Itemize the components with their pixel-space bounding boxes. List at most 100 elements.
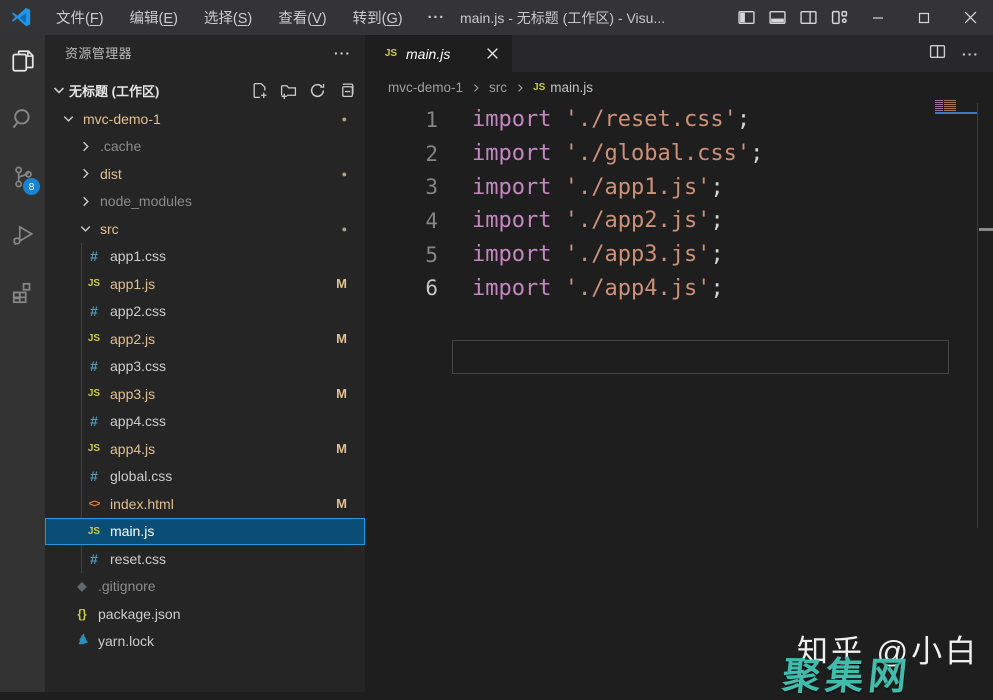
refresh-icon[interactable]: [309, 82, 326, 99]
workspace-section-header[interactable]: 无标题 (工作区): [45, 76, 365, 104]
tree-item-app3-css[interactable]: #app3.css: [45, 353, 365, 381]
toggle-panel-icon[interactable]: [762, 0, 793, 35]
git-modified-dot: ●: [342, 224, 347, 234]
tree-item-label: app2.css: [110, 303, 166, 319]
tree-item-package-json[interactable]: {}package.json: [45, 600, 365, 628]
search-icon[interactable]: [0, 93, 45, 145]
new-folder-icon[interactable]: [280, 82, 297, 99]
menu-goto[interactable]: 转到(G): [340, 0, 416, 35]
menu-edit[interactable]: 编辑(E): [117, 0, 191, 35]
activity-bar: 8: [0, 35, 45, 692]
tree-item-app2-css[interactable]: # app2.css: [45, 298, 365, 326]
html-file-icon: <>: [85, 498, 103, 510]
code-line-1: 1import './reset.css';: [365, 103, 993, 137]
tree-item-node-modules[interactable]: node_modules: [45, 188, 365, 216]
breadcrumb-folder[interactable]: mvc-demo-1: [388, 80, 463, 95]
tree-item-label: src: [100, 221, 119, 237]
minimap-slider[interactable]: [935, 112, 978, 114]
css-file-icon: #: [85, 468, 103, 484]
js-file-icon: JS: [85, 443, 103, 454]
minimize-button[interactable]: [855, 0, 901, 35]
tree-item-label: app1.js: [110, 276, 155, 292]
js-file-icon: JS: [85, 388, 103, 399]
explorer-more-actions-icon[interactable]: ···: [334, 45, 351, 61]
code-editor[interactable]: 1import './reset.css';2import './global.…: [365, 103, 993, 692]
tab-close-icon[interactable]: [482, 44, 502, 64]
menu-selection[interactable]: 选择(S): [191, 0, 265, 35]
css-file-icon: #: [85, 413, 103, 429]
new-file-icon[interactable]: [251, 82, 268, 99]
maximize-button[interactable]: [901, 0, 947, 35]
tree-item-dist[interactable]: dist●: [45, 160, 365, 188]
collapse-all-icon[interactable]: [338, 82, 355, 99]
line-number: 4: [365, 209, 438, 233]
code-line-4: 4import './app2.js';: [365, 204, 993, 238]
tree-item-main-js[interactable]: JSmain.js: [45, 518, 365, 546]
menu-selection-label: 选择(S): [204, 7, 252, 28]
customize-layout-icon[interactable]: [824, 0, 855, 35]
scrollbar-track[interactable]: [977, 103, 978, 528]
explorer-icon[interactable]: [0, 35, 45, 87]
git-modified-badge: M: [336, 441, 347, 456]
explorer-sidebar: 资源管理器 ··· 无标题 (工作区) mvc-demo-1●.cachedis…: [45, 35, 365, 692]
tree-item-label: app4.js: [110, 441, 155, 457]
tree-item-label: app1.css: [110, 248, 166, 264]
code-line-6: 6import './app4.js';: [365, 271, 993, 305]
tree-item-app4-css[interactable]: # app4.css: [45, 408, 365, 436]
tree-item-label: reset.css: [110, 551, 166, 567]
source-control-icon[interactable]: 8: [0, 151, 45, 203]
chevron-right-icon: [78, 194, 93, 209]
run-debug-icon[interactable]: [0, 209, 45, 261]
line-number: 3: [365, 175, 438, 199]
code-line-3: 3import './app1.js';: [365, 170, 993, 204]
code-line-5: 5import './app3.js';: [365, 238, 993, 272]
tree-item-app1-js[interactable]: JSapp1.jsM: [45, 270, 365, 298]
tree-item-app4-js[interactable]: JS app4.js M: [45, 435, 365, 463]
tree-item-index-html[interactable]: <>index.htmlM: [45, 490, 365, 518]
breadcrumb-file[interactable]: JSmain.js: [533, 80, 593, 95]
chevron-right-icon: [78, 139, 93, 154]
tree-item-app3-js[interactable]: JSapp3.jsM: [45, 380, 365, 408]
extensions-icon[interactable]: [0, 267, 45, 319]
tree-item-reset-css[interactable]: # reset.css: [45, 545, 365, 573]
css-file-icon: #: [85, 303, 103, 319]
menu-view-label: 查看(V): [278, 7, 326, 28]
tree-item-global-css[interactable]: # global.css: [45, 463, 365, 491]
js-file-icon: JS: [382, 48, 400, 59]
tree-item-mvc-demo-1[interactable]: mvc-demo-1●: [45, 105, 365, 133]
tree-item--gitignore[interactable]: ◆ .gitignore: [45, 573, 365, 601]
toggle-sidebar-icon[interactable]: [731, 0, 762, 35]
css-file-icon: #: [85, 551, 103, 567]
git-modified-dot: ●: [342, 169, 347, 179]
chevron-right-icon: [470, 82, 482, 94]
menu-view[interactable]: 查看(V): [265, 0, 339, 35]
tree-item-label: .gitignore: [98, 578, 156, 594]
tree-item-yarn-lock[interactable]: yarn.lock: [45, 628, 365, 656]
overview-ruler-mark: [979, 228, 993, 231]
tree-item-label: main.js: [110, 523, 154, 539]
workspace-section-label: 无标题 (工作区): [69, 81, 159, 100]
minimap[interactable]: [935, 100, 962, 112]
breadcrumb: mvc-demo-1 src JSmain.js: [365, 72, 993, 103]
tree-item-label: app3.css: [110, 358, 166, 374]
toggle-secondary-sidebar-icon[interactable]: [793, 0, 824, 35]
titlebar: 文件(F) 编辑(E) 选择(S) 查看(V) 转到(G) ··· main.j…: [0, 0, 993, 35]
vscode-logo-icon: [9, 7, 33, 29]
tree-item-app2-js[interactable]: JSapp2.jsM: [45, 325, 365, 353]
tab-main-js[interactable]: JS main.js: [365, 35, 512, 72]
menu-more-icon[interactable]: ···: [416, 0, 458, 35]
close-window-button[interactable]: [947, 0, 993, 35]
tree-item-label: app4.css: [110, 413, 166, 429]
editor-more-actions-icon[interactable]: ···: [962, 46, 979, 62]
tree-item--cache[interactable]: .cache: [45, 133, 365, 161]
tree-item-label: global.css: [110, 468, 172, 484]
split-editor-icon[interactable]: [929, 43, 946, 65]
git-file-icon: ◆: [73, 579, 91, 593]
tree-item-src[interactable]: src ●: [45, 215, 365, 243]
breadcrumb-src[interactable]: src: [489, 80, 507, 95]
code-line-2: 2import './global.css';: [365, 137, 993, 171]
menu-file[interactable]: 文件(F): [43, 0, 117, 35]
file-tree: mvc-demo-1●.cachedist●node_modulessrc●#a…: [45, 105, 365, 655]
tree-item-label: mvc-demo-1: [83, 111, 161, 127]
tree-item-app1-css[interactable]: #app1.css: [45, 243, 365, 271]
